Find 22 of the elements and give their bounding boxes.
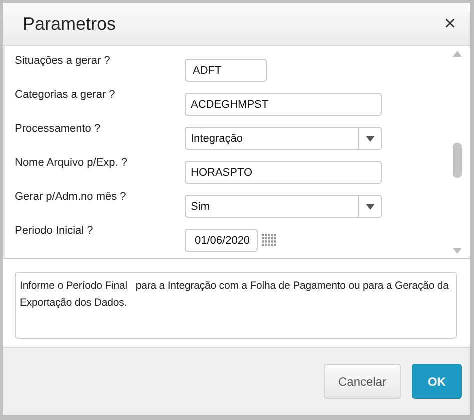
caret-icon (366, 136, 374, 142)
caret-icon (366, 204, 374, 210)
dropdown-field[interactable]: Sim (185, 195, 382, 218)
dialog-title: Parametros (23, 14, 116, 34)
field-label: Situações a gerar ? (15, 55, 112, 69)
field-label: Processamento ? (15, 123, 102, 137)
date-field[interactable]: 01/06/2020 (185, 229, 258, 252)
text-field[interactable]: ACDEGHMPST (185, 93, 382, 116)
scroll-up-icon[interactable] (452, 51, 462, 57)
help-text: Informe o Período Final para a Integração com a Folha de Pagamento ou para a Geração da Exportação dos Dados. (15, 272, 457, 339)
scrollbar-thumb[interactable] (452, 143, 462, 178)
close-button[interactable]: × (444, 12, 456, 36)
field-label: Gerar p/Adm.no mês ? (15, 191, 128, 205)
cancel-button[interactable]: Cancelar (324, 364, 401, 399)
scroll-down-icon[interactable] (452, 248, 462, 254)
field-label: Periodo Inicial ? (15, 225, 94, 239)
text-field[interactable]: ADFT (185, 59, 267, 82)
text-field[interactable]: HORASPTO (185, 161, 382, 184)
calendar-icon[interactable] (262, 234, 277, 247)
field-label: Nome Arquivo p/Exp. ? (15, 157, 129, 171)
dropdown-field[interactable]: Integração (185, 127, 382, 150)
field-label: Categorias a gerar ? (15, 89, 116, 103)
